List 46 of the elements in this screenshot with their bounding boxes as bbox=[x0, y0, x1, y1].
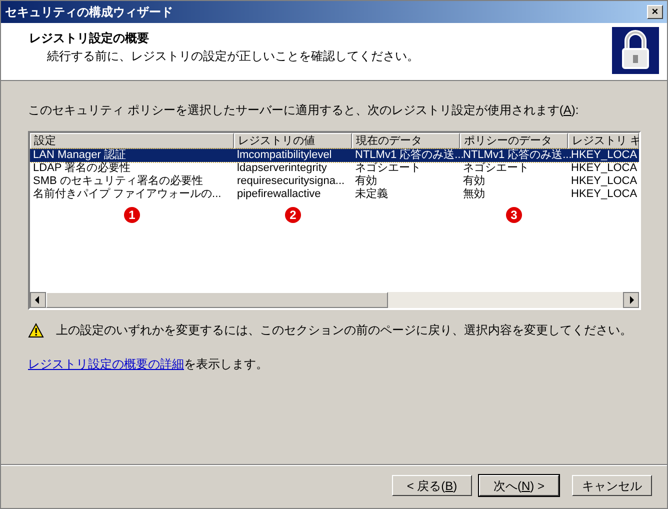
warning-text: 上の設定のいずれかを変更するには、このセクションの前のページに戻り、選択内容を変更してください。 bbox=[56, 322, 632, 339]
table-cell-text: 名前付きパイプ ファイアウォールの... bbox=[32, 188, 222, 201]
table-cell-text: ネゴシエート bbox=[354, 162, 422, 175]
table-cell-text: requiresecuritysigna... bbox=[236, 175, 346, 188]
horizontal-scrollbar[interactable] bbox=[30, 292, 639, 308]
details-text: を表示します。 bbox=[184, 356, 268, 373]
table-cell-text: 無効 bbox=[462, 188, 486, 201]
table-cell-text: HKEY_LOCA bbox=[570, 162, 638, 175]
column-header[interactable]: ポリシーのデータ bbox=[460, 133, 568, 149]
table-cell-text: ネゴシエート bbox=[462, 162, 530, 175]
number-marker: 1 bbox=[124, 207, 140, 223]
number-marker: 3 bbox=[506, 207, 522, 223]
details-link[interactable]: レジストリ設定の概要の詳細 bbox=[28, 355, 184, 373]
page-subtitle: 続行する前に、レジストリの設定が正しいことを確認してください。 bbox=[46, 48, 419, 65]
table-cell-text: HKEY_LOCA bbox=[570, 188, 638, 201]
close-button[interactable]: × bbox=[647, 5, 663, 19]
column-header[interactable]: レジストリの値 bbox=[234, 133, 352, 149]
warning-icon bbox=[28, 322, 44, 338]
wizard-button[interactable]: キャンセル bbox=[572, 475, 652, 496]
table-cell-text: 未定義 bbox=[354, 188, 389, 201]
table-cell-text: ldapserverintegrity bbox=[236, 162, 328, 175]
list-row[interactable]: SMB のセキュリティ署名の必要性 requiresecuritysigna... 有効 有効 HKEY_LOCA bbox=[30, 175, 639, 188]
intro-text: このセキュリティ ポリシーを選択したサーバーに適用すると、次のレジストリ設定が使用されます(A): bbox=[28, 102, 580, 119]
list-row[interactable]: LDAP 署名の必要性 ldapserverintegrity ネゴシエート ネゴシエート HKEY_LOCA bbox=[30, 162, 639, 175]
window-title: セキュリティの構成ウィザード bbox=[5, 4, 173, 21]
scroll-thumb[interactable] bbox=[46, 292, 388, 308]
table-cell-text: lmcompatibilitylevel bbox=[236, 149, 333, 162]
column-header[interactable]: 設定 bbox=[30, 133, 234, 149]
padlock-icon bbox=[612, 27, 659, 74]
page-title: レジストリ設定の概要 bbox=[29, 30, 150, 47]
number-marker: 2 bbox=[285, 207, 301, 223]
table-cell-text: SMB のセキュリティ署名の必要性 bbox=[32, 175, 204, 188]
table-cell-text: pipefirewallactive bbox=[236, 188, 322, 201]
scroll-right-icon[interactable] bbox=[623, 292, 639, 308]
table-cell-text: HKEY_LOCA bbox=[571, 149, 638, 162]
wizard-button[interactable]: < 戻る(B) bbox=[392, 475, 472, 496]
scroll-left-icon[interactable] bbox=[30, 292, 46, 308]
table-cell-text: HKEY_LOCA bbox=[570, 175, 638, 188]
table-cell-text: 有効 bbox=[354, 175, 378, 188]
column-header[interactable]: 現在のデータ bbox=[352, 133, 460, 149]
table-cell-text: LAN Manager 認証 bbox=[32, 149, 127, 162]
list-row[interactable]: 名前付きパイプ ファイアウォールの... pipefirewallactive 未定義 無効 HKEY_LOCA bbox=[30, 188, 639, 201]
table-cell-text: 有効 bbox=[462, 175, 486, 188]
table-cell-text: LDAP 署名の必要性 bbox=[32, 162, 132, 175]
list-row[interactable]: LAN Manager 認証 lmcompatibilitylevel NTLMv1 応答のみ送...NTLMv1 応答のみ送...HKEY_LOCA bbox=[30, 149, 639, 162]
wizard-button[interactable]: 次へ(N) > bbox=[479, 475, 559, 496]
